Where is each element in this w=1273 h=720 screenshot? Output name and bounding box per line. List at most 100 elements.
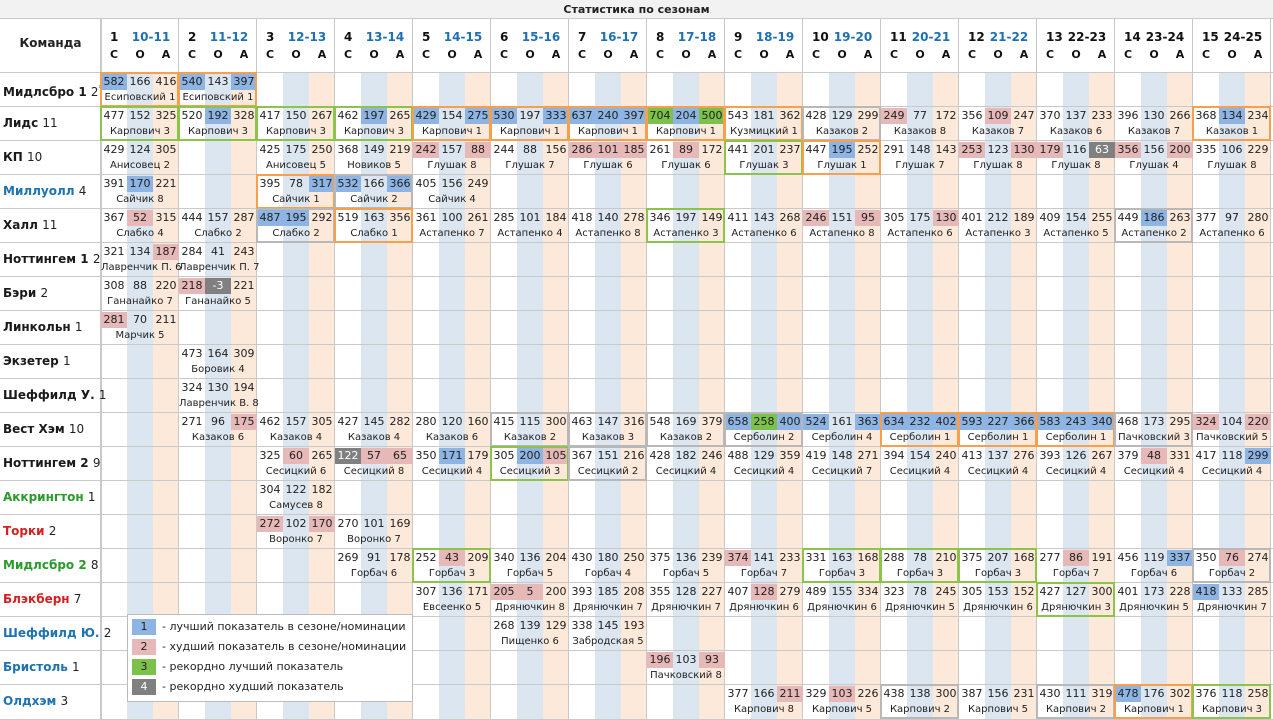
subcolumn-label: О <box>681 48 691 61</box>
grid-line <box>0 344 1273 345</box>
season-number: 7 <box>578 30 587 44</box>
stat-value: 356 <box>389 211 411 224</box>
stat-value: 103 <box>675 653 697 666</box>
team-name[interactable]: Аккрингтон 1 <box>3 489 95 505</box>
team-label[interactable]: Аккрингтон <box>3 490 84 504</box>
stat-value: 211 <box>155 313 177 326</box>
stat-value: 271 <box>857 449 879 462</box>
team-name[interactable]: Халл 11 <box>3 217 57 233</box>
team-season-count: 2 <box>40 286 49 300</box>
team-label[interactable]: Бэри <box>3 286 36 300</box>
team-label[interactable]: Мидлсбро 1 <box>3 85 87 99</box>
team-label[interactable]: Миллуолл <box>3 184 75 198</box>
coach-name: Лавренчик П. 6 <box>101 262 182 273</box>
coach-name: Серболин 1 <box>967 432 1029 443</box>
coach-name: Анисовец 5 <box>266 160 326 171</box>
stat-value: 305 <box>493 449 515 462</box>
team-name[interactable]: Шеффилд Ю. 2 <box>3 625 111 641</box>
team-season-count: 2 <box>92 252 101 266</box>
stat-value: 261 <box>467 211 489 224</box>
stat-value: 305 <box>155 143 177 156</box>
team-name[interactable]: Блэкберн 7 <box>3 591 81 607</box>
coach-name: Слабко 4 <box>116 228 164 239</box>
subcolumn-label: А <box>1019 48 1029 61</box>
team-name[interactable]: Шеффилд У. 1 <box>3 387 106 403</box>
coach-name: Сесицкий 4 <box>733 466 795 477</box>
stat-value: 134 <box>129 245 151 258</box>
stat-value: 275 <box>465 108 491 124</box>
stat-value: 96 <box>211 415 225 428</box>
stat-value: 271 <box>181 415 203 428</box>
subcolumn-label: А <box>317 48 327 61</box>
stat-value: 246 <box>701 449 723 462</box>
coach-name: Казаков 6 <box>1049 126 1103 137</box>
team-name[interactable]: Бристоль 1 <box>3 659 80 675</box>
team-label[interactable]: Олдхэм <box>3 694 56 708</box>
stat-value: 524 <box>803 414 829 430</box>
stat-value: 173 <box>1143 415 1165 428</box>
legend-item: 3 - рекордно лучший показатель <box>128 659 414 675</box>
stat-value: 181 <box>753 109 775 122</box>
coach-name: Казаков 8 <box>893 126 947 137</box>
team-name[interactable]: Экзетер 1 <box>3 353 71 369</box>
team-name[interactable]: Мидлсбро 2 8 <box>3 557 99 573</box>
coach-name: Астапенко 6 <box>731 228 797 239</box>
team-name[interactable]: Бэри 2 <box>3 285 48 301</box>
team-name[interactable]: Вест Хэм 10 <box>3 421 84 437</box>
stat-value: 152 <box>1013 585 1035 598</box>
team-name[interactable]: Мидлсбро 1 2* <box>3 81 103 100</box>
team-label[interactable]: Торки <box>3 524 45 538</box>
coach-name: Казаков 6 <box>191 432 245 443</box>
season-label: 18-19 <box>755 30 795 44</box>
grid-line <box>0 582 1273 583</box>
stat-value: 219 <box>389 143 411 156</box>
team-label[interactable]: Шеффилд Ю. <box>3 626 100 640</box>
team-name[interactable]: Торки 2 <box>3 523 56 539</box>
coach-name: Карпович 1 <box>655 126 717 137</box>
team-name[interactable]: Миллуолл 4 <box>3 183 86 199</box>
coach-name: Астапенко 3 <box>965 228 1031 239</box>
coach-name: Глушак 8 <box>427 160 477 171</box>
stat-value: 170 <box>309 516 335 532</box>
stat-value: 270 <box>337 517 359 530</box>
team-label[interactable]: Блэкберн <box>3 592 70 606</box>
team-name[interactable]: Ноттингем 2 9 <box>3 455 100 471</box>
stat-value: 441 <box>727 143 749 156</box>
stat-value: 147 <box>597 415 619 428</box>
team-label[interactable]: Ноттингем 2 <box>3 456 89 470</box>
subcolumn-label: А <box>785 48 795 61</box>
team-name[interactable]: Лидс 11 <box>3 115 58 131</box>
coach-name: Астапенко 8 <box>575 228 641 239</box>
team-label[interactable]: Халл <box>3 218 38 232</box>
stat-value: 520 <box>181 109 203 122</box>
team-name[interactable]: Ноттингем 1 2 <box>3 251 100 267</box>
legend-swatch: 3 <box>132 659 156 675</box>
team-label[interactable]: Мидлсбро 2 <box>3 558 87 572</box>
coach-name: Серболин 1 <box>1045 432 1107 443</box>
team-name[interactable]: КП 10 <box>3 149 42 165</box>
team-name[interactable]: Линкольн 1 <box>3 319 83 335</box>
coach-name: Горбач 2 <box>1208 568 1256 579</box>
team-label[interactable]: КП <box>3 150 23 164</box>
team-label[interactable]: Вест Хэм <box>3 422 65 436</box>
stat-value: 78 <box>289 177 303 190</box>
season-label: 22-23 <box>1067 30 1107 44</box>
team-name[interactable]: Олдхэм 3 <box>3 693 68 709</box>
team-label[interactable]: Экзетер <box>3 354 59 368</box>
stat-value: 134 <box>1219 108 1245 124</box>
coach-name: Карпович 1 <box>577 126 639 137</box>
team-label[interactable]: Ноттингем 1 <box>3 252 89 266</box>
team-label[interactable]: Бристоль <box>3 660 68 674</box>
stat-value: 148 <box>909 143 931 156</box>
subcolumn-label: С <box>733 48 743 61</box>
stat-value: 338 <box>571 619 593 632</box>
stat-value: 152 <box>129 109 151 122</box>
season-number: 2 <box>188 30 197 44</box>
team-label[interactable]: Лидс <box>3 116 38 130</box>
stat-value: 355 <box>649 585 671 598</box>
stat-value: 263 <box>1169 211 1191 224</box>
stat-value: 409 <box>1039 211 1061 224</box>
team-label[interactable]: Линкольн <box>3 320 71 334</box>
team-label[interactable]: Шеффилд У. <box>3 388 95 402</box>
stat-value: 166 <box>363 177 385 190</box>
